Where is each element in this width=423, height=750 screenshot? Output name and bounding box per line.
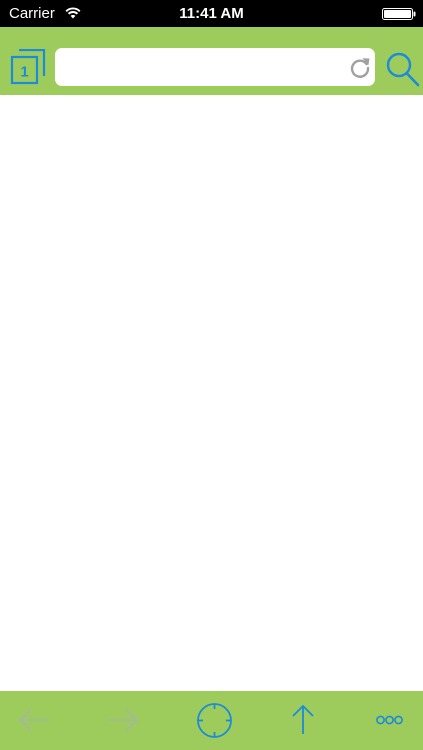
- share-button[interactable]: [273, 691, 333, 750]
- status-bar: Carrier 11:41 AM: [0, 0, 423, 27]
- tab-count: 1: [20, 64, 28, 81]
- compass-icon: [197, 703, 232, 738]
- back-arrow-icon: [18, 708, 49, 732]
- reload-button[interactable]: [349, 57, 371, 79]
- top-toolbar: 1: [0, 27, 423, 95]
- tabs-button[interactable]: 1: [10, 48, 46, 85]
- compass-button[interactable]: [184, 691, 244, 750]
- url-field: [55, 48, 375, 86]
- url-input[interactable]: [65, 48, 345, 86]
- reload-icon: [350, 58, 370, 78]
- bottom-toolbar: [0, 691, 423, 750]
- more-icon: [376, 715, 403, 725]
- back-button[interactable]: [5, 691, 65, 750]
- battery-icon: [382, 8, 416, 20]
- forward-button[interactable]: [93, 691, 153, 750]
- tabs-icon: 1: [10, 48, 46, 85]
- web-content: [0, 95, 423, 691]
- status-time: 11:41 AM: [179, 5, 244, 22]
- forward-arrow-icon: [108, 708, 139, 732]
- more-button[interactable]: [360, 691, 420, 750]
- search-button[interactable]: [385, 50, 421, 88]
- share-icon: [292, 704, 314, 734]
- search-icon: [386, 52, 420, 87]
